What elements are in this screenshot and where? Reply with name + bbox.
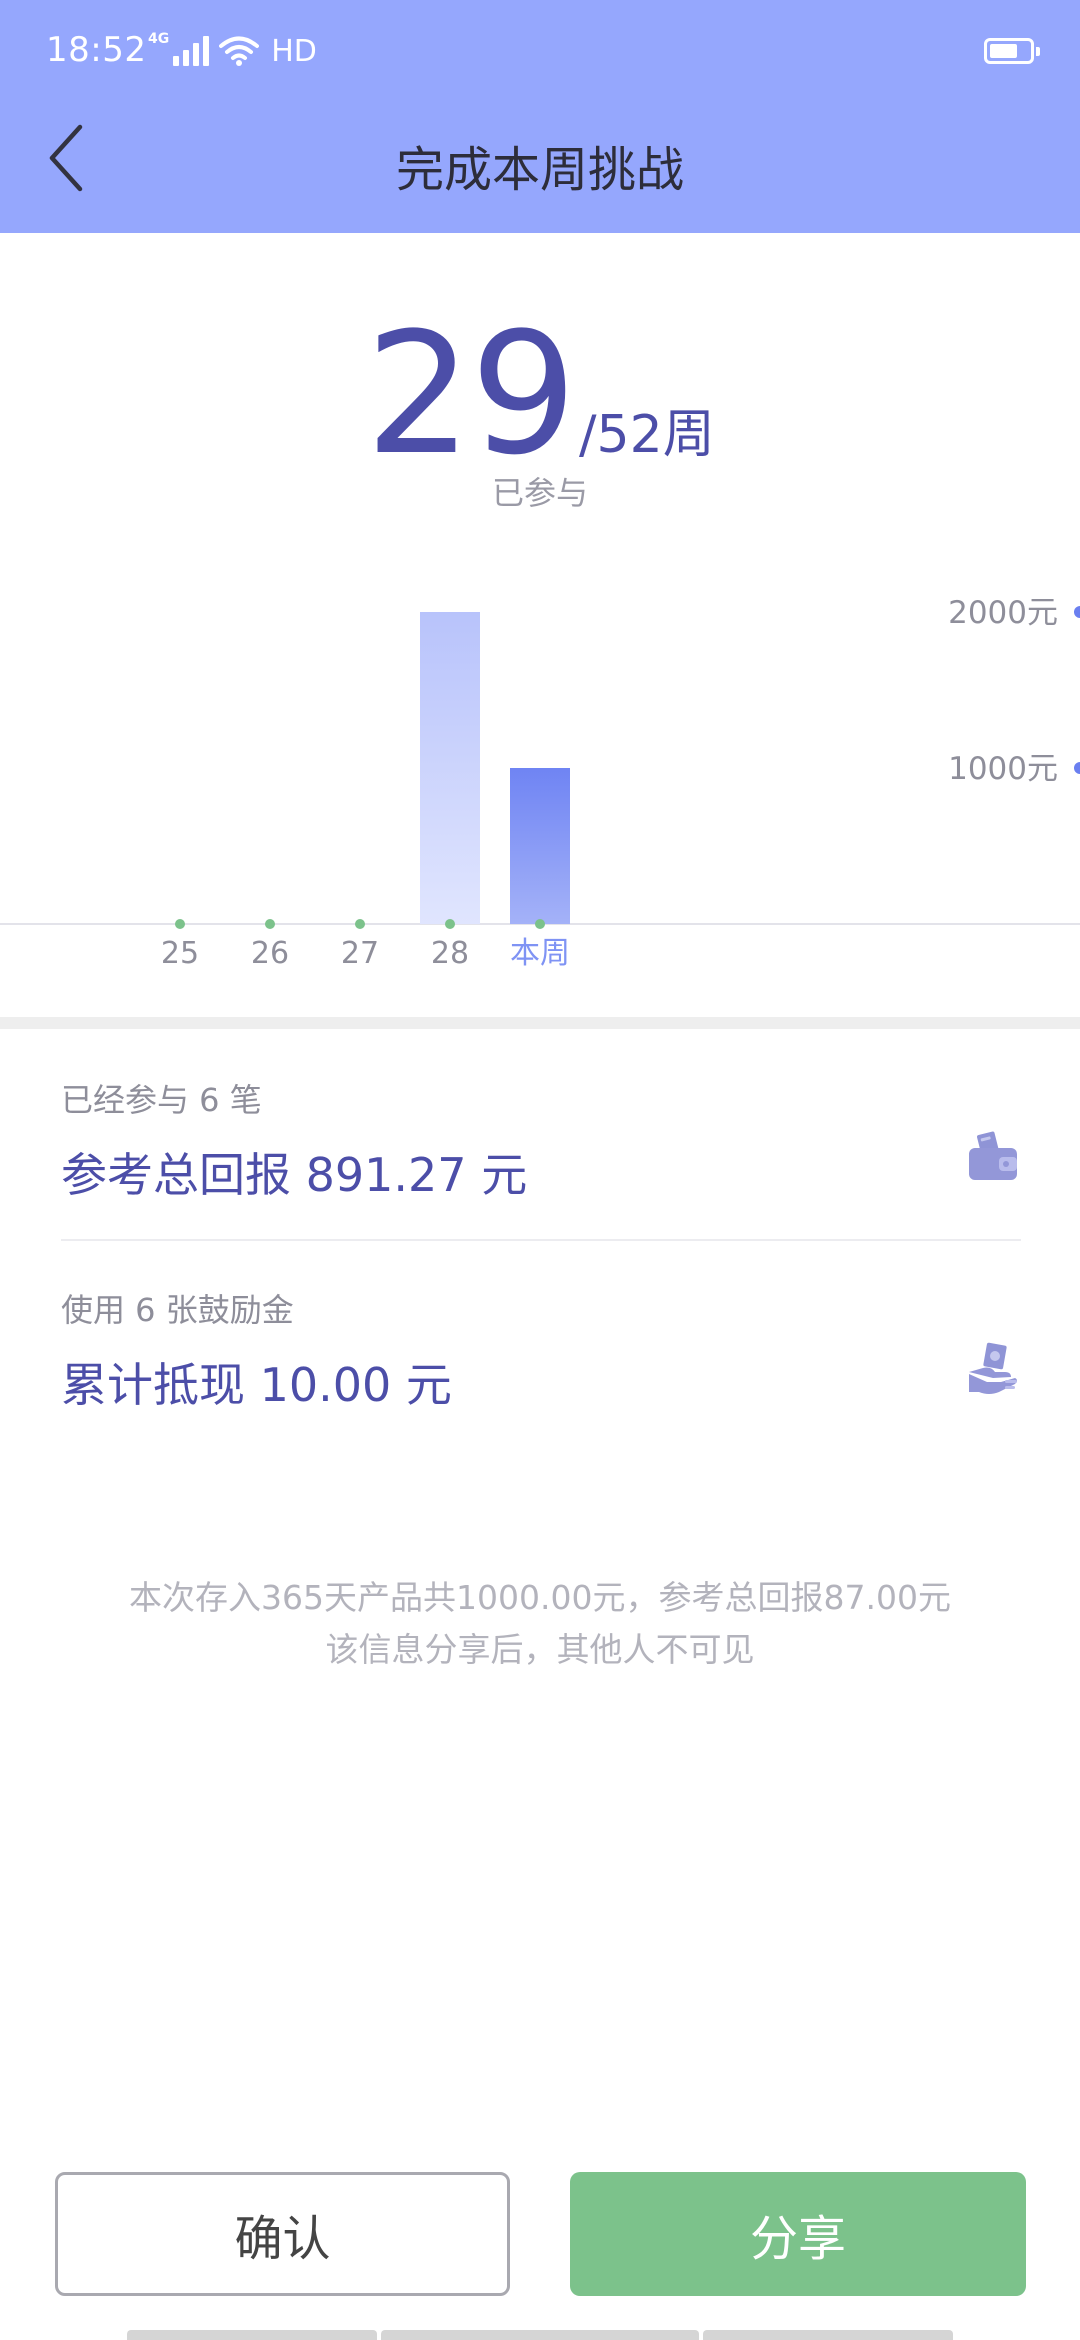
page-title: 完成本周挑战 (395, 142, 684, 198)
x-tick-label: 26 (251, 936, 289, 971)
notice-line-2: 该信息分享后，其他人不可见 (325, 1630, 755, 1669)
point-current-week (535, 919, 545, 929)
weekly-bar-chart: 25 26 27 28 本周 2000元 1000元 (0, 595, 1080, 971)
battery-level (990, 44, 1017, 58)
point-week-25 (175, 919, 185, 929)
point-week-27 (355, 919, 365, 929)
wallet-icon (969, 1131, 1017, 1180)
header-bar: 18:52 4G HD 完成本周挑战 (0, 0, 1080, 233)
weekly-chart: 25 26 27 28 本周 2000元 1000元 (0, 540, 1080, 1010)
y-tick-label: 2000元 (948, 595, 1058, 631)
nav-segment-3 (703, 2330, 953, 2340)
status-bar: 18:52 4G HD (0, 0, 1080, 110)
battery-icon (984, 38, 1040, 64)
progress-label: 已参与 (491, 474, 588, 512)
section-divider (0, 1017, 1080, 1029)
status-icons: 4G HD (148, 30, 317, 72)
notice-line-1: 本次存入365天产品共1000.00元，参考总回报87.00元 (129, 1578, 951, 1617)
y-tick-label: 1000元 (948, 751, 1058, 787)
weeks-total: /52周 (579, 405, 715, 465)
network-type: 4G (148, 31, 170, 47)
x-tick-label: 27 (341, 936, 379, 971)
hd-badge: HD (271, 33, 317, 69)
x-tick-label: 本周 (510, 936, 570, 971)
share-button[interactable]: 分享 (570, 2172, 1026, 2296)
row-divider (61, 1239, 1021, 1241)
x-tick-label: 28 (431, 936, 469, 971)
status-time: 18:52 (46, 30, 147, 70)
participated-count: 已经参与 6 笔 (61, 1081, 262, 1119)
point-week-28 (445, 919, 455, 929)
wifi-icon (219, 36, 260, 66)
confirm-button[interactable]: 确认 (55, 2172, 510, 2296)
deduction-row: 使用 6 张鼓励金 累计抵现 10.00 元 (61, 1285, 1021, 1415)
total-return: 参考总回报 891.27 元 (61, 1148, 528, 1202)
cash-hand-icon (969, 1342, 1017, 1394)
bar-week-28 (420, 612, 480, 924)
y-tick-marker (1074, 762, 1080, 774)
progress-count: 29/52周 (0, 310, 1080, 478)
coupons-used: 使用 6 张鼓励金 (61, 1291, 294, 1329)
point-week-26 (265, 919, 275, 929)
x-tick-label: 25 (161, 936, 199, 971)
nav-segment-2 (381, 2330, 699, 2340)
bar-current-week (510, 768, 570, 924)
weeks-completed: 29 (365, 296, 577, 492)
nav-segment-1 (127, 2330, 377, 2340)
signal-icon (173, 36, 210, 66)
total-deduction: 累计抵现 10.00 元 (61, 1358, 452, 1412)
return-row: 已经参与 6 笔 参考总回报 891.27 元 (61, 1075, 1021, 1205)
y-tick-marker (1074, 606, 1080, 618)
notice-text: 本次存入365天产品共1000.00元，参考总回报87.00元 该信息分享后，其… (0, 1572, 1080, 1676)
